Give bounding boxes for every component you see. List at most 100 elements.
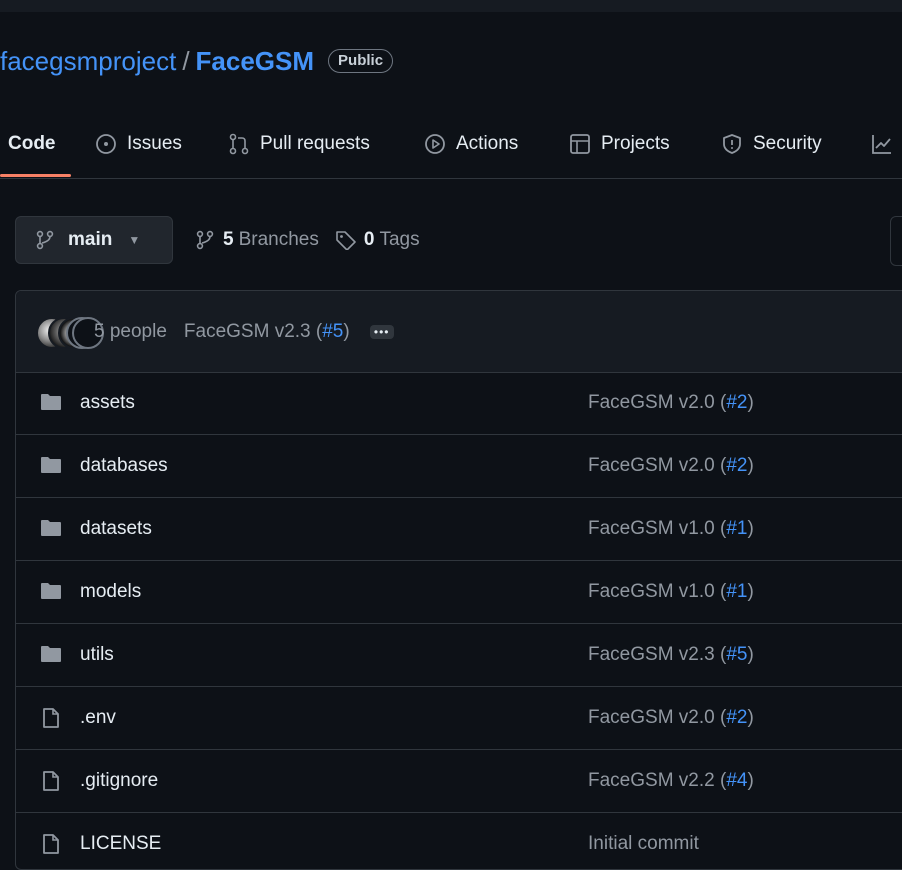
file-commit-pr-link[interactable]: #2 bbox=[726, 707, 747, 729]
file-commit-message[interactable]: FaceGSM v2.0 (#2) bbox=[588, 435, 754, 497]
contributor-avatars[interactable] bbox=[36, 317, 104, 349]
latest-commit-bar: 5 people FaceGSM v2.3 (#5) ••• bbox=[16, 291, 902, 373]
file-commit-text: FaceGSM v2.0 ( bbox=[588, 392, 727, 413]
branches-label: Branches bbox=[238, 229, 319, 250]
tab-projects-label: Projects bbox=[601, 133, 670, 154]
file-icon bbox=[43, 834, 59, 854]
file-row[interactable]: assets FaceGSM v2.0 (#2) bbox=[16, 372, 902, 435]
contributors-count[interactable]: 5 people bbox=[94, 321, 167, 343]
file-commit-close: ) bbox=[747, 770, 754, 791]
file-icon bbox=[43, 771, 59, 791]
file-commit-text: FaceGSM v2.0 ( bbox=[588, 707, 727, 728]
tab-pull-requests[interactable]: Pull requests bbox=[228, 110, 370, 178]
tab-code-label: Code bbox=[8, 133, 56, 154]
tags-link[interactable]: 0 Tags bbox=[335, 229, 420, 251]
active-tab-indicator bbox=[0, 174, 71, 177]
file-commit-text: FaceGSM v1.0 ( bbox=[588, 518, 727, 539]
branches-count: 5 bbox=[223, 229, 234, 250]
repo-name-link[interactable]: FaceGSM bbox=[196, 46, 315, 77]
chevron-down-icon: ▼ bbox=[128, 233, 141, 247]
file-commit-pr-link[interactable]: #5 bbox=[726, 644, 747, 666]
file-row[interactable]: models FaceGSM v1.0 (#1) bbox=[16, 561, 902, 624]
file-commit-pr-link[interactable]: #2 bbox=[726, 455, 747, 477]
file-browser: 5 people FaceGSM v2.3 (#5) ••• assets Fa… bbox=[15, 290, 902, 870]
file-name[interactable]: .env bbox=[80, 687, 116, 749]
tab-issues-label: Issues bbox=[127, 133, 182, 154]
repo-header: facegsmproject / FaceGSM Public bbox=[0, 40, 394, 82]
file-row[interactable]: LICENSE Initial commit bbox=[16, 813, 902, 869]
pull-request-icon bbox=[229, 133, 249, 155]
repo-separator: / bbox=[182, 45, 190, 76]
file-commit-message[interactable]: FaceGSM v1.0 (#1) bbox=[588, 561, 754, 623]
tags-label: Tags bbox=[379, 229, 420, 250]
branch-tag-links: 5 Branches 0 Tags bbox=[196, 216, 420, 264]
tab-code[interactable]: Code bbox=[8, 110, 56, 178]
latest-commit-close: ) bbox=[343, 320, 350, 342]
file-row[interactable]: .env FaceGSM v2.0 (#2) bbox=[16, 687, 902, 750]
file-commit-text: Initial commit bbox=[588, 833, 699, 854]
commit-info: 5 people FaceGSM v2.3 (#5) ••• bbox=[94, 291, 394, 372]
issue-icon bbox=[96, 134, 116, 154]
table-icon bbox=[570, 134, 590, 154]
latest-commit-text: FaceGSM v2.3 ( bbox=[183, 320, 323, 342]
file-commit-text: FaceGSM v2.0 ( bbox=[588, 455, 727, 476]
file-row[interactable]: .gitignore FaceGSM v2.2 (#4) bbox=[16, 750, 902, 813]
file-commit-pr-link[interactable]: #2 bbox=[726, 392, 747, 414]
file-commit-message[interactable]: FaceGSM v2.0 (#2) bbox=[588, 687, 754, 749]
file-name[interactable]: assets bbox=[80, 372, 135, 434]
latest-commit-pr-link[interactable]: #5 bbox=[322, 321, 343, 342]
file-commit-message[interactable]: FaceGSM v1.0 (#1) bbox=[588, 498, 754, 560]
file-icon bbox=[43, 708, 59, 728]
file-name[interactable]: .gitignore bbox=[80, 750, 158, 812]
go-to-file-button[interactable] bbox=[890, 216, 902, 266]
file-row[interactable]: databases FaceGSM v2.0 (#2) bbox=[16, 435, 902, 498]
tab-security[interactable]: Security bbox=[721, 110, 822, 178]
file-commit-pr-link[interactable]: #1 bbox=[726, 518, 747, 540]
branch-selector-button[interactable]: main ▼ bbox=[15, 216, 173, 264]
folder-icon bbox=[41, 394, 61, 410]
branch-name: main bbox=[68, 229, 113, 250]
repo-owner-link[interactable]: facegsmproject bbox=[0, 46, 176, 77]
tab-issues[interactable]: Issues bbox=[95, 110, 182, 178]
file-name[interactable]: datasets bbox=[80, 498, 152, 560]
folder-icon bbox=[41, 457, 61, 473]
file-commit-close: ) bbox=[747, 518, 754, 539]
file-commit-message[interactable]: FaceGSM v2.0 (#2) bbox=[588, 372, 754, 434]
tab-pull-requests-label: Pull requests bbox=[260, 133, 370, 154]
file-commit-text: FaceGSM v1.0 ( bbox=[588, 581, 727, 602]
file-commit-message[interactable]: FaceGSM v2.2 (#4) bbox=[588, 750, 754, 812]
file-commit-close: ) bbox=[747, 581, 754, 602]
file-name[interactable]: utils bbox=[80, 624, 114, 686]
file-commit-close: ) bbox=[747, 392, 754, 413]
file-name[interactable]: models bbox=[80, 561, 141, 623]
folder-icon bbox=[41, 583, 61, 599]
file-name[interactable]: LICENSE bbox=[80, 813, 161, 869]
tags-count: 0 bbox=[363, 229, 375, 250]
file-row[interactable]: datasets FaceGSM v1.0 (#1) bbox=[16, 498, 902, 561]
tab-actions-label: Actions bbox=[456, 133, 519, 154]
file-commit-text: FaceGSM v2.2 ( bbox=[588, 770, 727, 791]
file-commit-close: ) bbox=[747, 707, 754, 728]
tab-insights[interactable] bbox=[871, 110, 902, 178]
branch-icon bbox=[196, 230, 214, 250]
file-commit-message[interactable]: FaceGSM v2.3 (#5) bbox=[588, 624, 754, 686]
top-bar bbox=[0, 0, 902, 12]
tag-icon bbox=[336, 231, 356, 250]
repo-tabs: Code Issues Pull requests Actions Projec… bbox=[0, 110, 902, 179]
branches-link[interactable]: 5 Branches bbox=[196, 229, 319, 251]
file-commit-pr-link[interactable]: #4 bbox=[726, 770, 747, 792]
file-commit-pr-link[interactable]: #1 bbox=[726, 581, 747, 603]
graph-icon bbox=[872, 135, 891, 154]
file-commit-close: ) bbox=[747, 644, 754, 665]
shield-icon bbox=[723, 134, 741, 154]
file-row[interactable]: utils FaceGSM v2.3 (#5) bbox=[16, 624, 902, 687]
file-commit-text: FaceGSM v2.3 ( bbox=[588, 644, 727, 665]
tab-actions[interactable]: Actions bbox=[424, 110, 518, 178]
tab-projects[interactable]: Projects bbox=[569, 110, 670, 178]
folder-icon bbox=[41, 646, 61, 662]
file-name[interactable]: databases bbox=[80, 435, 168, 497]
ellipsis-icon[interactable]: ••• bbox=[369, 324, 394, 339]
file-commit-message[interactable]: Initial commit bbox=[588, 813, 699, 869]
branch-icon bbox=[36, 230, 54, 250]
latest-commit-message[interactable]: FaceGSM v2.3 (#5) bbox=[184, 321, 350, 343]
